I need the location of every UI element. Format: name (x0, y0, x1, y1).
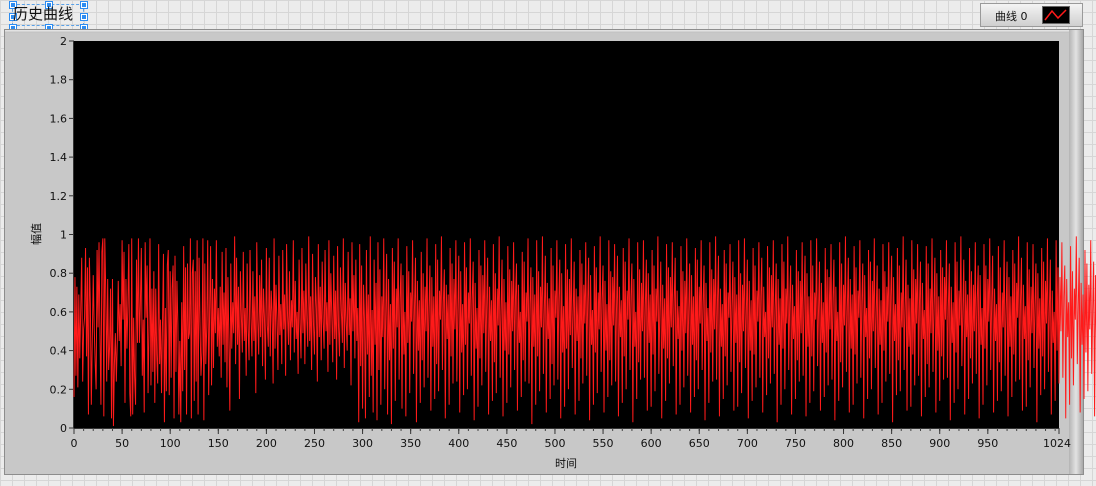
x-axis: 0 50 100 150 200 250 300 350 400 450 500 550 600 650 7… (71, 428, 1071, 450)
x-tick-label: 350 (400, 437, 421, 450)
x-tick-label: 600 (641, 437, 662, 450)
y-axis-title: 幅值 (30, 223, 43, 245)
y-tick-label: 1.6 (50, 112, 68, 125)
x-tick-label: 450 (496, 437, 517, 450)
x-tick-label: 800 (833, 437, 854, 450)
x-tick-label: 200 (256, 437, 277, 450)
y-tick-label: 0.4 (50, 345, 68, 358)
y-tick-label: 1.4 (50, 151, 68, 164)
y-tick-label: 1.8 (50, 74, 68, 87)
waveform-chart[interactable]: 0 0.2 0.4 0.6 0.8 1 1.2 1.4 1.6 1.8 2 0 50 100 150 200… (0, 0, 1096, 486)
x-tick-label: 650 (689, 437, 710, 450)
y-tick-label: 1 (60, 229, 67, 242)
x-tick-label: 150 (208, 437, 229, 450)
x-axis-title: 时间 (555, 457, 577, 470)
y-tick-label: 0.8 (50, 267, 68, 280)
x-tick-label: 950 (977, 437, 998, 450)
x-tick-label: 50 (115, 437, 129, 450)
x-tick-label: 100 (160, 437, 181, 450)
y-tick-label: 1.2 (50, 190, 68, 203)
x-tick-label: 700 (737, 437, 758, 450)
y-axis: 0 0.2 0.4 0.6 0.8 1 1.2 1.4 1.6 1.8 2 (50, 35, 74, 435)
x-tick-label: 300 (352, 437, 373, 450)
x-tick-label: 850 (881, 437, 902, 450)
y-tick-label: 2 (60, 35, 67, 48)
x-tick-label: 400 (448, 437, 469, 450)
x-tick-label: 900 (929, 437, 950, 450)
y-tick-label: 0.2 (50, 383, 68, 396)
x-tick-label: 0 (71, 437, 78, 450)
x-tick-label: 250 (304, 437, 325, 450)
y-tick-label: 0 (60, 422, 67, 435)
x-tick-label: 550 (593, 437, 614, 450)
x-tick-label: 750 (785, 437, 806, 450)
x-tick-label: 500 (544, 437, 565, 450)
y-tick-label: 0.6 (50, 306, 68, 319)
x-tick-label: 1024 (1043, 437, 1071, 450)
